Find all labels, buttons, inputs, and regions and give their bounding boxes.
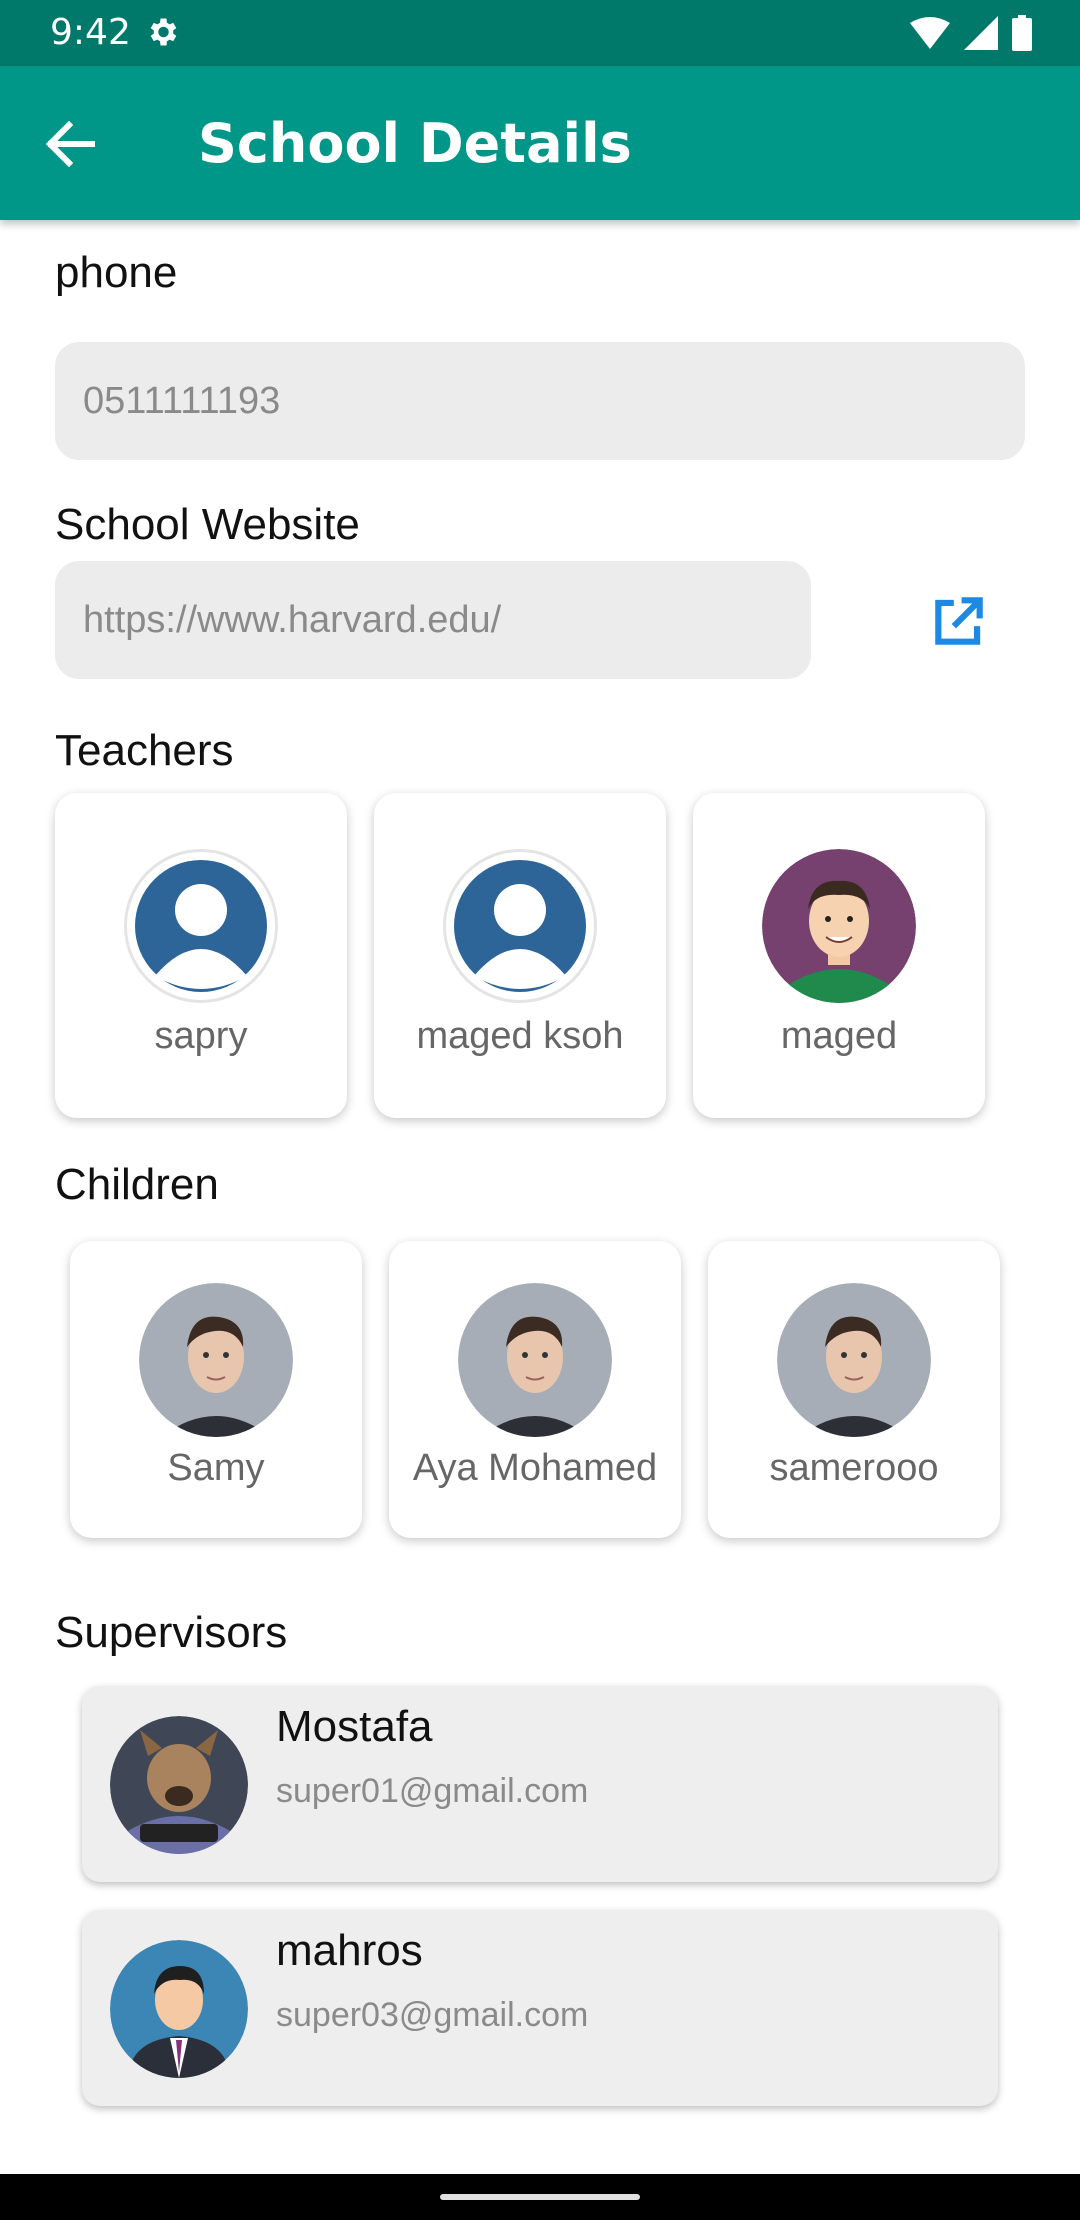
website-value: https://www.harvard.edu/: [83, 598, 502, 641]
supervisor-name: Mostafa: [276, 1702, 433, 1751]
open-in-new-icon[interactable]: [928, 590, 990, 652]
teacher-name: maged: [780, 1015, 898, 1057]
teacher-card[interactable]: sapry: [55, 793, 347, 1118]
phone-label: phone: [55, 248, 178, 297]
young-man-photo: [458, 1283, 612, 1437]
arrow-back-icon: [45, 121, 95, 167]
battery-icon: [1012, 15, 1032, 51]
supervisor-card[interactable]: Mostafa super01@gmail.com: [82, 1686, 998, 1882]
default-user-avatar: [443, 849, 597, 1003]
supervisor-email: super03@gmail.com: [276, 1996, 589, 2034]
settings-gear-icon: [150, 18, 177, 46]
child-card[interactable]: samerooo: [708, 1241, 1000, 1538]
supervisor-name: mahros: [276, 1926, 423, 1975]
cell-signal-icon: [964, 16, 998, 50]
child-card[interactable]: Aya Mohamed: [389, 1241, 681, 1538]
app-bar: School Details: [0, 66, 1080, 220]
default-user-avatar: [124, 849, 278, 1003]
phone-value: 0511111193: [83, 379, 281, 422]
young-man-photo: [777, 1283, 931, 1437]
young-man-photo: [139, 1283, 293, 1437]
teachers-label: Teachers: [55, 726, 234, 775]
status-bar: 9:42: [0, 0, 1080, 66]
child-name: samerooo: [769, 1447, 939, 1489]
child-card[interactable]: Samy: [70, 1241, 362, 1538]
teacher-card[interactable]: maged ksoh: [374, 793, 666, 1118]
supervisors-label: Supervisors: [55, 1608, 288, 1657]
businessman-avatar: [110, 1940, 248, 2078]
website-label: School Website: [55, 500, 360, 549]
teacher-name: maged ksoh: [416, 1015, 624, 1057]
phone-field[interactable]: 0511111193: [55, 342, 1025, 460]
wifi-icon: [910, 17, 950, 49]
teacher-card[interactable]: maged: [693, 793, 985, 1118]
back-button[interactable]: [38, 112, 102, 176]
child-name: Samy: [167, 1447, 265, 1489]
website-field[interactable]: https://www.harvard.edu/: [55, 561, 811, 679]
children-label: Children: [55, 1160, 219, 1209]
supervisor-card[interactable]: mahros super03@gmail.com: [82, 1910, 998, 2106]
home-gesture-handle[interactable]: [440, 2194, 640, 2200]
teacher-name: sapry: [154, 1015, 248, 1057]
cartoon-man-avatar: [762, 849, 916, 1003]
supervisor-email: super01@gmail.com: [276, 1772, 589, 1810]
page-title: School Details: [198, 112, 632, 175]
status-time: 9:42: [50, 12, 131, 53]
dog-at-laptop-photo: [110, 1716, 248, 1854]
child-name: Aya Mohamed: [412, 1447, 658, 1489]
